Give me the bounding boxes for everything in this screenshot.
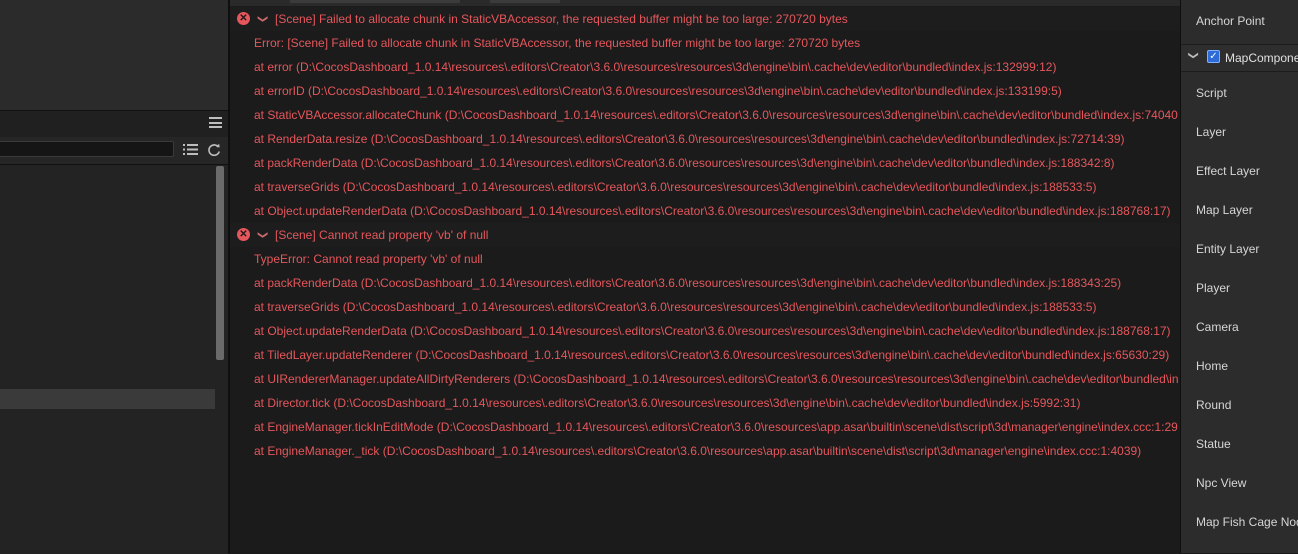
property-label: Npc View: [1196, 476, 1247, 490]
property-label: Map Fish Cage Node: [1196, 515, 1298, 529]
anchor-point-label: Anchor Point: [1196, 14, 1265, 28]
hierarchy-toolbar: [0, 110, 228, 138]
stack-trace-text: TypeError: Cannot read property 'vb' of …: [254, 252, 483, 266]
property-label: Entity Layer: [1196, 242, 1260, 256]
property-label: Round: [1196, 398, 1232, 412]
property-label: Script: [1196, 86, 1227, 100]
log-entry-title: [Scene] Failed to allocate chunk in Stat…: [275, 12, 848, 26]
stack-trace-text: at traverseGrids (D:\CocosDashboard_1.0.…: [254, 300, 1097, 314]
stack-trace-text: at packRenderData (D:\CocosDashboard_1.0…: [254, 276, 1122, 290]
selected-tree-row[interactable]: [0, 389, 215, 409]
tree-scrollbar[interactable]: [216, 166, 224, 360]
error-icon: ✕: [237, 228, 250, 241]
error-icon: ✕: [237, 12, 250, 25]
chevron-down-icon[interactable]: ❯: [250, 231, 274, 239]
stack-trace-text: at traverseGrids (D:\CocosDashboard_1.0.…: [254, 180, 1097, 194]
stack-trace-text: Error: [Scene] Failed to allocate chunk …: [254, 36, 861, 50]
stack-trace-text: at UIRendererManager.updateAllDirtyRende…: [254, 372, 1179, 386]
property-label: Camera: [1196, 320, 1239, 334]
property-label: Map Layer: [1196, 203, 1253, 217]
stack-trace-text: at Director.tick (D:\CocosDashboard_1.0.…: [254, 396, 1081, 410]
stack-trace-text: at TiledLayer.updateRenderer (D:\CocosDa…: [254, 348, 1170, 362]
tab-indicator[interactable]: [290, 0, 460, 3]
hamburger-icon[interactable]: [209, 117, 222, 128]
search-input[interactable]: [0, 141, 174, 157]
stack-trace-text: at RenderData.resize (D:\CocosDashboard_…: [254, 132, 1125, 146]
stack-trace-text: at error (D:\CocosDashboard_1.0.14\resou…: [254, 60, 1057, 74]
hierarchy-tree: [0, 164, 228, 554]
chevron-down-icon[interactable]: ❯: [1188, 51, 1199, 59]
property-label: Home: [1196, 359, 1229, 373]
tab-indicator[interactable]: [490, 0, 560, 3]
chevron-down-icon[interactable]: ❯: [250, 15, 274, 23]
list-icon[interactable]: [183, 143, 198, 156]
stack-trace-text: at Object.updateRenderData (D:\CocosDash…: [254, 324, 1171, 338]
property-label: Statue: [1196, 437, 1231, 451]
console-panel: ✕ ❯ [Scene] Failed to allocate chunk in St…: [230, 0, 1180, 553]
hierarchy-panel: [0, 0, 228, 554]
property-label: Layer: [1196, 125, 1227, 139]
property-label: Effect Layer: [1196, 164, 1260, 178]
map-component-header[interactable]: ❯ ✓ MapComponent: [1181, 44, 1298, 72]
panel-top-area: [0, 0, 228, 110]
log-entry-header[interactable]: ✕ ❯ [Scene] Cannot read property 'vb' of n…: [230, 223, 1180, 247]
component-name: MapComponent: [1225, 51, 1298, 65]
stack-trace-text: at StaticVBAccessor.allocateChunk (D:\Co…: [254, 108, 1178, 122]
property-label: Player: [1196, 281, 1231, 295]
search-row: [0, 137, 228, 163]
stack-trace-text: at packRenderData (D:\CocosDashboard_1.0…: [254, 156, 1115, 170]
inspector-panel: Anchor Point ❯ ✓ MapComponent Script Laye…: [1180, 0, 1298, 553]
stack-trace-text: at EngineManager.tickInEditMode (D:\Coco…: [254, 420, 1178, 434]
stack-trace-text: at Object.updateRenderData (D:\CocosDash…: [254, 204, 1171, 218]
stack-trace-text: at EngineManager._tick (D:\CocosDashboar…: [254, 444, 1142, 458]
refresh-icon[interactable]: [206, 142, 222, 158]
log-entry-title: [Scene] Cannot read property 'vb' of nul…: [275, 228, 489, 242]
component-enabled-checkbox[interactable]: ✓: [1207, 50, 1220, 63]
log-entry-header[interactable]: ✕ ❯ [Scene] Failed to allocate chunk in St…: [230, 7, 1180, 31]
console-tab-strip: [230, 0, 1180, 6]
stack-trace-text: at errorID (D:\CocosDashboard_1.0.14\res…: [254, 84, 1062, 98]
